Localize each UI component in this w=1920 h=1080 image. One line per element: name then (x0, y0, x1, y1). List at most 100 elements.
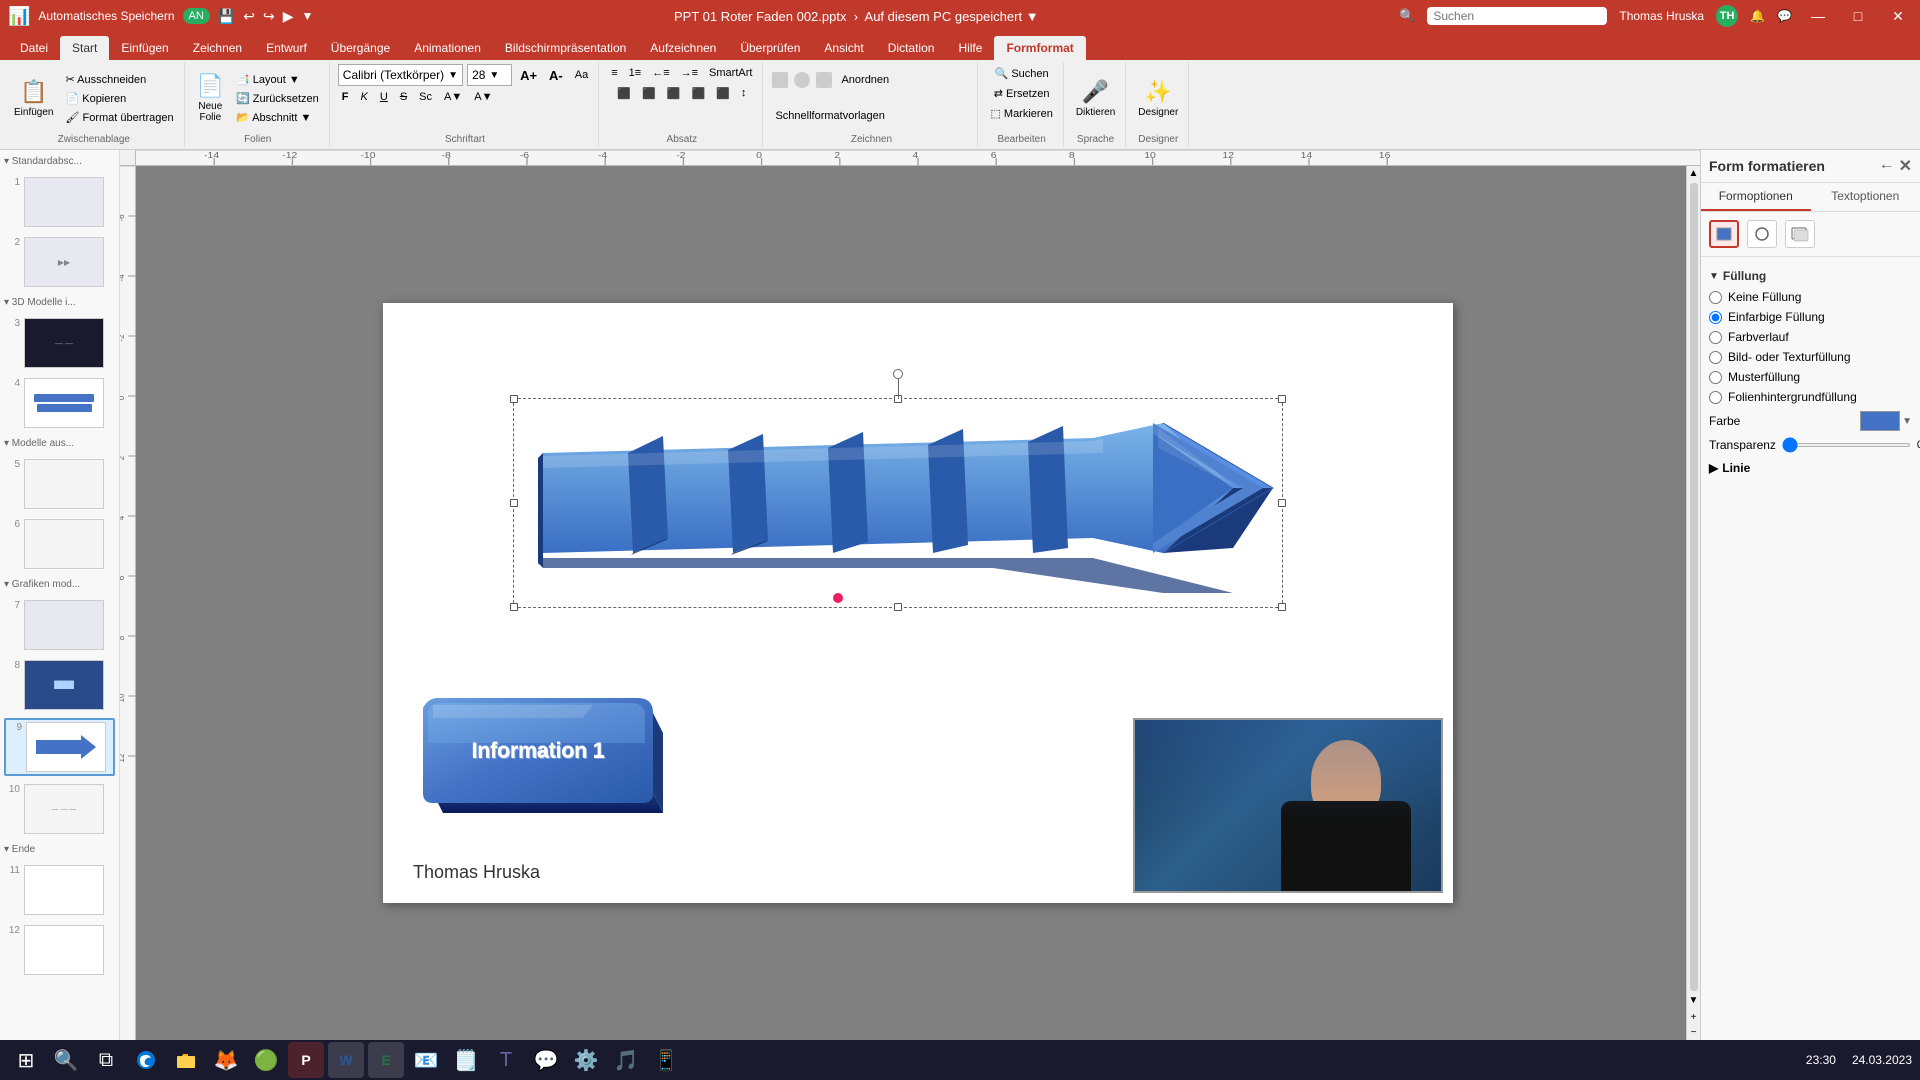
align-left-button[interactable]: ⬛ (613, 84, 635, 102)
dictate-button[interactable]: 🎤 Diktieren (1072, 68, 1119, 128)
bold-button[interactable]: F (338, 88, 353, 106)
cut-button[interactable]: ✂ Ausschneiden (61, 70, 177, 88)
fill-slide-option[interactable]: Folienhintergrundfüllung (1709, 387, 1912, 407)
section-button[interactable]: 📂 Abschnitt ▼ (232, 108, 323, 126)
line-section-header[interactable]: ▶ Linie (1709, 455, 1912, 478)
share-icon[interactable]: 🔔 (1750, 9, 1765, 23)
slide-thumb-12[interactable]: 12 (4, 923, 115, 977)
undo-icon[interactable]: ↩ (243, 8, 255, 25)
scroll-down[interactable]: ▼ (1687, 993, 1700, 1008)
slide[interactable]: Information 1 Information 1 Information … (383, 303, 1453, 903)
search-input[interactable] (1427, 7, 1607, 25)
music-app[interactable]: 🎵 (608, 1042, 644, 1078)
format-paint-button[interactable]: 🖌 Format übertragen (61, 108, 177, 126)
font-size-selector[interactable]: 28 ▼ (467, 64, 512, 86)
fill-picture-radio[interactable] (1709, 351, 1722, 364)
decrease-indent-button[interactable]: ←≡ (648, 64, 673, 82)
transparency-slider[interactable] (1782, 443, 1911, 447)
numbering-button[interactable]: 1≡ (625, 64, 646, 82)
shape-icon-effects[interactable] (1785, 220, 1815, 248)
fill-gradient-option[interactable]: Farbverlauf (1709, 327, 1912, 347)
close-button[interactable]: ✕ (1884, 5, 1912, 27)
slide-thumb-1[interactable]: 1 (4, 175, 115, 229)
reset-button[interactable]: 🔄 Zurücksetzen (232, 89, 323, 107)
font-decrease-button[interactable]: A- (545, 66, 567, 84)
slide-thumb-2[interactable]: 2 ▶▶ (4, 235, 115, 289)
slide-thumb-4[interactable]: 4 (4, 376, 115, 430)
tab-formformat[interactable]: Formformat (994, 36, 1085, 60)
canvas-area[interactable]: Information 1 Information 1 Information … (136, 166, 1700, 1040)
tab-animationen[interactable]: Animationen (402, 36, 493, 60)
font-name-selector[interactable]: Calibri (Textkörper) ▼ (338, 64, 463, 86)
rotate-handle[interactable] (893, 369, 903, 379)
presentation-icon[interactable]: ▶ (283, 8, 294, 25)
tab-hilfe[interactable]: Hilfe (946, 36, 994, 60)
start-button[interactable]: ⊞ (8, 1042, 44, 1078)
color-swatch[interactable] (1860, 411, 1900, 431)
word-app[interactable]: W (328, 1042, 364, 1078)
group-label-3[interactable]: ▾ Modelle aus... (4, 436, 115, 451)
replace-button[interactable]: ⇄ Ersetzen (990, 84, 1054, 102)
slide-thumb-10[interactable]: 10 — — — (4, 782, 115, 836)
phone-app[interactable]: 📱 (648, 1042, 684, 1078)
group-label-end[interactable]: ▾ Ende (4, 842, 115, 857)
group-label-4[interactable]: ▾ Grafiken mod... (4, 577, 115, 592)
save-icon[interactable]: 💾 (218, 8, 235, 25)
shape-icon-outline[interactable] (1747, 220, 1777, 248)
highlight-button[interactable]: A▼ (470, 88, 496, 106)
panel-tab-form[interactable]: Formoptionen (1701, 183, 1811, 211)
fill-solid-radio[interactable] (1709, 311, 1722, 324)
clear-format-button[interactable]: Aa (571, 66, 592, 84)
shape-btn-3[interactable] (816, 72, 832, 88)
shape-btn-2[interactable] (794, 72, 810, 88)
paste-button[interactable]: 📋 Einfügen (10, 68, 57, 128)
shadow-button[interactable]: Sc (415, 88, 436, 106)
quick-styles-button[interactable]: Schnellformat­vorlagen (771, 107, 888, 125)
teams-app[interactable]: T (488, 1042, 524, 1078)
font-increase-button[interactable]: A+ (516, 66, 541, 84)
tab-start[interactable]: Start (60, 36, 109, 60)
increase-indent-button[interactable]: →≡ (677, 64, 702, 82)
shape-btn-1[interactable] (772, 72, 788, 88)
minimize-button[interactable]: — (1804, 5, 1832, 27)
edge-browser[interactable] (128, 1042, 164, 1078)
designer-button[interactable]: ✨ Designer (1134, 68, 1182, 128)
font-size-dropdown[interactable]: ▼ (489, 70, 499, 81)
fill-none-option[interactable]: Keine Füllung (1709, 287, 1912, 307)
arrange-button[interactable]: Anordnen (837, 71, 893, 89)
panel-tab-text[interactable]: Textoptionen (1811, 183, 1920, 211)
chrome[interactable]: 🟢 (248, 1042, 284, 1078)
justify-button[interactable]: ⬛ (687, 84, 709, 102)
comments-icon[interactable]: 💬 (1777, 9, 1792, 23)
redo-icon[interactable]: ↪ (263, 8, 275, 25)
scroll-thumb-v[interactable] (1690, 183, 1698, 991)
onenote-app[interactable]: 🗒️ (448, 1042, 484, 1078)
tab-praesentation[interactable]: Bildschirmpräsentation (493, 36, 638, 60)
font-color-button[interactable]: A▼ (440, 88, 466, 106)
slide-thumb-6[interactable]: 6 (4, 517, 115, 571)
tab-zeichnen[interactable]: Zeichnen (181, 36, 254, 60)
key-shape[interactable]: Information 1 Information 1 Information … (413, 683, 663, 833)
panel-close-button[interactable]: ✕ (1899, 156, 1912, 176)
bullets-button[interactable]: ≡ (607, 64, 621, 82)
powerpoint-app[interactable]: P (288, 1042, 324, 1078)
align-center-button[interactable]: ⬛ (638, 84, 660, 102)
slide-thumb-7[interactable]: 7 (4, 598, 115, 652)
copy-button[interactable]: 📄 Kopieren (61, 89, 177, 107)
file-explorer[interactable] (168, 1042, 204, 1078)
tab-ansicht[interactable]: Ansicht (812, 36, 875, 60)
slide-thumb-3[interactable]: 3 — — (4, 316, 115, 370)
find-button[interactable]: 🔍 Suchen (991, 64, 1053, 82)
scroll-up[interactable]: ▲ (1687, 166, 1700, 181)
shape-icon-fill[interactable] (1709, 220, 1739, 248)
slide-thumb-5[interactable]: 5 (4, 457, 115, 511)
fill-solid-option[interactable]: Einfarbige Füllung (1709, 307, 1912, 327)
align-right-button[interactable]: ⬛ (663, 84, 685, 102)
tab-entwurf[interactable]: Entwurf (254, 36, 319, 60)
more-icon[interactable]: ▼ (301, 9, 313, 23)
system-app-1[interactable]: ⚙️ (568, 1042, 604, 1078)
fill-gradient-radio[interactable] (1709, 331, 1722, 344)
arrow-shape[interactable] (513, 398, 1283, 608)
tab-aufzeichnen[interactable]: Aufzeichnen (638, 36, 728, 60)
zoom-in[interactable]: + (1689, 1010, 1699, 1025)
